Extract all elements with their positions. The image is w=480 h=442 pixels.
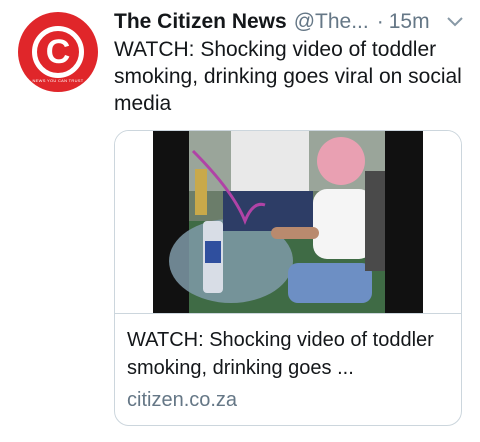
- card-media[interactable]: [115, 131, 461, 313]
- chevron-down-icon[interactable]: [444, 11, 466, 33]
- card-title[interactable]: WATCH: Shocking video of toddler smoking…: [127, 326, 453, 382]
- card-domain[interactable]: citizen.co.za: [127, 389, 237, 412]
- link-card[interactable]: WATCH: Shocking video of toddler smoking…: [114, 130, 462, 426]
- avatar-letter: C: [45, 33, 71, 71]
- video-thumbnail[interactable]: [153, 131, 423, 313]
- avatar-tagline: NEWS YOU CAN TRUST: [32, 78, 84, 83]
- tweet-header: The Citizen News @The... · 15m: [114, 8, 466, 36]
- citizen-logo-icon: C: [32, 26, 84, 78]
- separator-dot: ·: [376, 10, 384, 33]
- tweet-time[interactable]: 15m: [389, 10, 430, 34]
- author-handle[interactable]: @The...: [294, 10, 369, 34]
- card-divider: [115, 313, 461, 314]
- tweet-text: WATCH: Shocking video of toddler smoking…: [114, 38, 462, 115]
- author-name[interactable]: The Citizen News: [114, 10, 287, 34]
- avatar[interactable]: C NEWS YOU CAN TRUST: [18, 12, 98, 92]
